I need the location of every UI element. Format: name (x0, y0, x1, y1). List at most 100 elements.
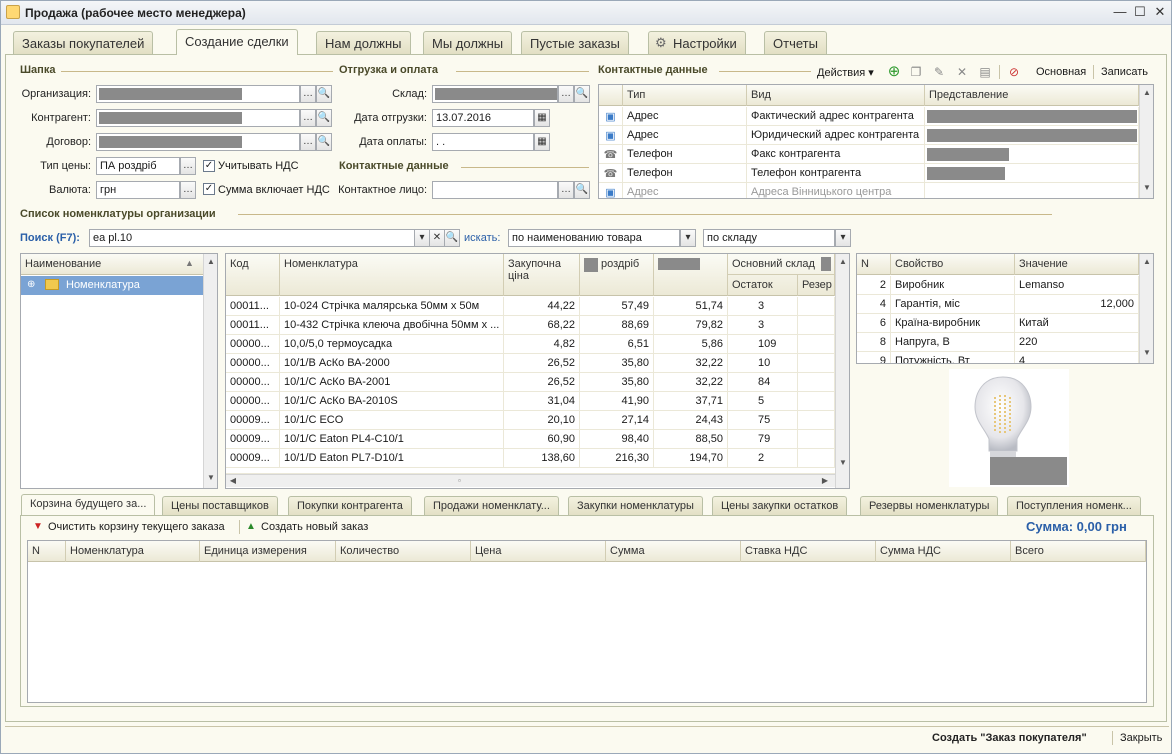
clear-cart-button[interactable]: Очистить корзину текущего заказа (48, 521, 225, 533)
clear-cart-icon[interactable]: ▼ (33, 521, 43, 532)
scrollbar[interactable]: ▲ ▼ (203, 254, 217, 488)
header-value[interactable]: Значение (1015, 254, 1139, 275)
delete-icon[interactable]: ✕ (954, 64, 970, 80)
table-row[interactable]: 00000... 10/1/С АсКо ВА-2001 26,52 35,80 32,… (226, 373, 835, 392)
tab-nomenclature-reserves[interactable]: Резервы номенклатуры (860, 496, 999, 516)
contact-person-field[interactable] (432, 181, 558, 199)
contact-person-select-button[interactable]: … (558, 181, 574, 199)
warehouse-search-icon[interactable]: 🔍 (574, 85, 590, 103)
scroll-down-icon[interactable]: ▼ (1140, 348, 1153, 357)
no-edit-icon[interactable]: ⊘ (1006, 64, 1022, 80)
header-unit[interactable]: Единица измерения (200, 541, 336, 562)
contact-row[interactable]: ☎ Телефон Факс контрагента (599, 145, 1139, 164)
price-type-select-button[interactable]: … (180, 157, 196, 175)
header-presentation[interactable]: Представление (925, 85, 1139, 106)
contractor-select-button[interactable]: … (300, 109, 316, 127)
scroll-down-icon[interactable]: ▼ (204, 473, 217, 482)
header-retail[interactable]: роздріб (580, 254, 654, 296)
scroll-up-icon[interactable]: ▲ (1140, 257, 1153, 266)
tab-contractor-purchases[interactable]: Покупки контрагента (288, 496, 412, 516)
tree-header-name[interactable]: Наименование (21, 254, 203, 275)
contact-row[interactable]: ☎ Телефон Телефон контрагента (599, 164, 1139, 183)
property-row[interactable]: 9 Потужність, Вт 4 (857, 352, 1139, 363)
contract-select-button[interactable]: … (300, 133, 316, 151)
tab-create-deal[interactable]: Создание сделки (176, 29, 298, 55)
org-select-button[interactable]: … (300, 85, 316, 103)
maximize-button[interactable]: ☐ (1131, 4, 1149, 21)
warehouse-mode-select[interactable]: по складу (703, 229, 835, 247)
property-row[interactable]: 2 Виробник Lemanso (857, 276, 1139, 295)
scroll-up-icon[interactable]: ▲ (836, 257, 849, 266)
clear-search-icon[interactable]: ✕ (429, 229, 445, 247)
scroll-thumb-grip[interactable]: ▫ (458, 476, 461, 485)
calendar-icon[interactable]: ▦ (534, 133, 550, 151)
scrollbar[interactable]: ▲ ▼ (835, 254, 849, 488)
header-quantity[interactable]: Количество (336, 541, 471, 562)
actions-menu[interactable]: Действия ▾ (817, 66, 874, 79)
scroll-down-icon[interactable]: ▼ (1140, 183, 1153, 192)
copy-icon[interactable]: ❐ (908, 64, 924, 80)
org-search-icon[interactable]: 🔍 (316, 85, 332, 103)
search-mode-select[interactable]: по наименованию товара (508, 229, 680, 247)
add-icon[interactable]: ⊕ (886, 64, 902, 80)
tab-settings[interactable]: ⚙ Настройки (648, 31, 746, 54)
horizontal-scrollbar[interactable]: ◀ ▫ ▶ (226, 474, 835, 487)
tab-nomenclature-sales[interactable]: Продажи номенклату... (424, 496, 559, 516)
header-price2[interactable] (654, 254, 728, 296)
currency-select-button[interactable]: … (180, 181, 196, 199)
contact-person-search-icon[interactable]: 🔍 (574, 181, 590, 199)
property-row[interactable]: 6 Країна-виробник Китай (857, 314, 1139, 333)
contractor-field[interactable] (96, 109, 300, 127)
tab-nomenclature-receipts[interactable]: Поступления номенк... (1007, 496, 1141, 516)
contract-field[interactable] (96, 133, 300, 151)
warehouse-select-button[interactable]: … (558, 85, 574, 103)
scroll-down-icon[interactable]: ▼ (836, 458, 849, 467)
sort-icon[interactable]: ▲ (185, 258, 194, 268)
header-stock[interactable]: Остаток (728, 275, 798, 296)
edit-icon[interactable]: ✎ (931, 64, 947, 80)
ship-date-field[interactable]: 13.07.2016 (432, 109, 534, 127)
table-row[interactable]: 00011... 10-432 Стрічка клеюча двобічна 5… (226, 316, 835, 335)
tab-nomenclature-purchases[interactable]: Закупки номенклатуры (568, 496, 703, 516)
tab-reports[interactable]: Отчеты (764, 31, 827, 54)
new-order-button[interactable]: Создать новый заказ (261, 521, 368, 533)
contact-row[interactable]: ▣ Адрес Фактический адрес контрагента (599, 107, 1139, 126)
header-purchase[interactable]: Закупочна ціна (504, 254, 580, 296)
scroll-right-icon[interactable]: ▶ (818, 476, 832, 485)
save-icon[interactable]: ▤ (977, 64, 993, 80)
pay-date-field[interactable]: . . (432, 133, 534, 151)
scrollbar[interactable]: ▲ ▼ (1139, 254, 1153, 363)
table-row[interactable]: 00011... 10-024 Стрічка малярська 50мм х … (226, 297, 835, 316)
header-name[interactable]: Номенклатура (280, 254, 504, 296)
header-reserve[interactable]: Резер (798, 275, 835, 296)
header-vat-sum[interactable]: Сумма НДС (876, 541, 1011, 562)
header-warehouse[interactable]: Основний склад (728, 254, 835, 275)
search-icon[interactable]: 🔍 (444, 229, 460, 247)
expand-icon[interactable]: ⊕ (27, 279, 35, 290)
header-price[interactable]: Цена (471, 541, 606, 562)
create-order-button[interactable]: Создать "Заказ покупателя" (932, 732, 1087, 744)
price-type-field[interactable]: ПА роздріб (96, 157, 180, 175)
table-row[interactable]: 00009... 10/1/D Eaton PL7-D10/1 138,60 216,… (226, 449, 835, 468)
header-sum[interactable]: Сумма (606, 541, 741, 562)
chevron-down-icon[interactable]: ▾ (680, 229, 696, 247)
property-row[interactable]: 8 Напруга, В 220 (857, 333, 1139, 352)
scrollbar[interactable]: ▲ ▼ (1139, 85, 1153, 198)
close-button[interactable]: ✕ (1151, 4, 1169, 21)
header-nomenclature[interactable]: Номенклатура (66, 541, 200, 562)
tab-empty-orders[interactable]: Пустые заказы (521, 31, 629, 54)
tab-supplier-prices[interactable]: Цены поставщиков (162, 496, 278, 516)
set-main-button[interactable]: Основная (1036, 66, 1086, 78)
warehouse-field[interactable] (432, 85, 558, 103)
vat-included-checkbox[interactable]: ✓ (203, 183, 215, 195)
contact-row[interactable]: ▣ Адрес Адреса Вінницького центра (599, 183, 1139, 198)
new-order-icon[interactable]: ▲ (246, 521, 256, 532)
tab-customer-orders[interactable]: Заказы покупателей (13, 31, 154, 54)
currency-field[interactable]: грн (96, 181, 180, 199)
header-property[interactable]: Свойство (891, 254, 1015, 275)
header-n[interactable]: N (857, 254, 891, 275)
scroll-up-icon[interactable]: ▲ (1140, 88, 1153, 97)
header-total[interactable]: Всего (1011, 541, 1146, 562)
table-row[interactable]: 00000... 10,0/5,0 термоусадка 4,82 6,51 5,86… (226, 335, 835, 354)
scroll-up-icon[interactable]: ▲ (204, 257, 217, 266)
